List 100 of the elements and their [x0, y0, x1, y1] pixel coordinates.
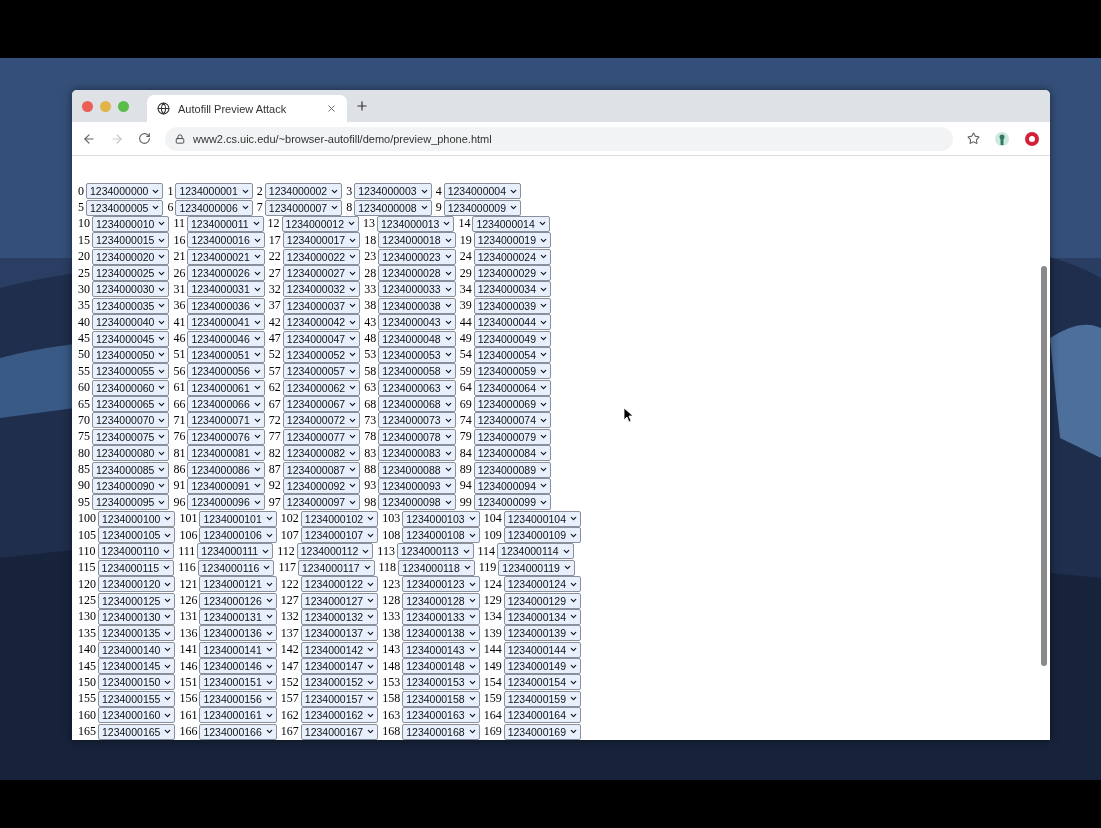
dropdown[interactable]: 1234000146 [199, 658, 277, 675]
dropdown[interactable]: 1234000045 [92, 330, 170, 347]
dropdown[interactable]: 1234000099 [473, 494, 552, 511]
dropdown[interactable]: 1234000105 [98, 527, 176, 544]
dropdown[interactable]: 1234000037 [282, 297, 361, 314]
dropdown[interactable]: 1234000107 [300, 527, 379, 544]
dropdown[interactable]: 1234000065 [92, 396, 170, 413]
dropdown[interactable]: 1234000096 [187, 494, 265, 511]
dropdown[interactable]: 1234000167 [300, 723, 379, 740]
dropdown[interactable]: 1234000073 [378, 412, 456, 429]
dropdown[interactable]: 1234000056 [187, 363, 265, 380]
dropdown[interactable]: 1234000112 [296, 543, 374, 560]
dropdown[interactable]: 1234000059 [473, 363, 552, 380]
dropdown[interactable]: 1234000062 [282, 379, 361, 396]
reload-icon[interactable] [138, 132, 151, 145]
dropdown[interactable]: 1234000113 [396, 543, 474, 560]
dropdown[interactable]: 1234000095 [92, 494, 170, 511]
dropdown[interactable]: 1234000027 [282, 265, 361, 282]
dropdown[interactable]: 1234000124 [503, 576, 582, 593]
dropdown[interactable]: 1234000063 [378, 379, 456, 396]
dropdown[interactable]: 1234000121 [199, 576, 277, 593]
dropdown[interactable]: 1234000081 [187, 445, 265, 462]
dropdown[interactable]: 1234000141 [199, 641, 277, 658]
dropdown[interactable]: 1234000024 [473, 248, 552, 265]
dropdown[interactable]: 1234000064 [473, 379, 552, 396]
dropdown[interactable]: 1234000101 [199, 510, 277, 527]
dropdown[interactable]: 1234000114 [497, 543, 574, 560]
dropdown[interactable]: 1234000136 [199, 625, 277, 642]
dropdown[interactable]: 1234000098 [378, 494, 456, 511]
dropdown[interactable]: 1234000034 [473, 281, 552, 298]
dropdown[interactable]: 1234000088 [378, 461, 456, 478]
dropdown[interactable]: 1234000149 [503, 658, 582, 675]
dropdown[interactable]: 1234000021 [187, 248, 265, 265]
dropdown[interactable]: 1234000074 [473, 412, 552, 429]
dropdown[interactable]: 1234000108 [402, 527, 480, 544]
dropdown[interactable]: 1234000002 [264, 183, 343, 200]
dropdown[interactable]: 1234000120 [98, 576, 176, 593]
dropdown[interactable]: 1234000097 [282, 494, 361, 511]
dropdown[interactable]: 1234000032 [282, 281, 361, 298]
dropdown[interactable]: 1234000025 [92, 265, 170, 282]
dropdown[interactable]: 1234000148 [402, 658, 480, 675]
dropdown[interactable]: 1234000076 [187, 428, 265, 445]
dropdown[interactable]: 1234000162 [300, 707, 379, 724]
dropdown[interactable]: 1234000106 [199, 527, 277, 544]
dropdown[interactable]: 1234000127 [300, 592, 379, 609]
dropdown[interactable]: 1234000006 [175, 199, 253, 216]
dropdown[interactable]: 1234000069 [473, 396, 552, 413]
dropdown[interactable]: 1234000067 [282, 396, 361, 413]
dropdown[interactable]: 1234000058 [378, 363, 456, 380]
dropdown[interactable]: 1234000055 [92, 363, 170, 380]
dropdown[interactable]: 1234000026 [187, 265, 265, 282]
dropdown[interactable]: 1234000015 [92, 232, 170, 249]
dropdown[interactable]: 1234000012 [281, 215, 359, 232]
dropdown[interactable]: 1234000029 [473, 265, 552, 282]
dropdown[interactable]: 1234000168 [402, 723, 480, 740]
dropdown[interactable]: 1234000075 [92, 428, 170, 445]
dropdown[interactable]: 1234000000 [86, 183, 164, 200]
dropdown[interactable]: 1234000004 [443, 183, 522, 200]
dropdown[interactable]: 1234000128 [402, 592, 480, 609]
dropdown[interactable]: 1234000151 [199, 674, 277, 691]
dropdown[interactable]: 1234000077 [282, 428, 361, 445]
dropdown[interactable]: 1234000014 [472, 215, 550, 232]
dropdown[interactable]: 1234000155 [98, 690, 176, 707]
dropdown[interactable]: 1234000048 [378, 330, 456, 347]
dropdown[interactable]: 1234000139 [503, 625, 582, 642]
dropdown[interactable]: 1234000135 [98, 625, 176, 642]
dropdown[interactable]: 1234000116 [197, 559, 275, 576]
dropdown[interactable]: 1234000125 [98, 592, 176, 609]
dropdown[interactable]: 1234000023 [378, 248, 456, 265]
dropdown[interactable]: 1234000043 [378, 314, 456, 331]
dropdown[interactable]: 1234000153 [402, 674, 480, 691]
dropdown[interactable]: 1234000144 [503, 641, 582, 658]
dropdown[interactable]: 1234000109 [503, 527, 582, 544]
dropdown[interactable]: 1234000160 [98, 707, 176, 724]
dropdown[interactable]: 1234000140 [98, 641, 176, 658]
scrollbar-thumb[interactable] [1041, 266, 1047, 666]
address-bar[interactable]: www2.cs.uic.edu/~browser-autofill/demo/preview_phone.html [165, 126, 953, 151]
dropdown[interactable]: 1234000147 [300, 658, 379, 675]
dropdown[interactable]: 1234000038 [378, 297, 456, 314]
extension-icon[interactable] [1024, 130, 1040, 147]
bookmark-star-icon[interactable] [967, 132, 980, 145]
dropdown[interactable]: 1234000003 [354, 183, 432, 200]
dropdown[interactable]: 1234000137 [300, 625, 379, 642]
dropdown[interactable]: 1234000031 [187, 281, 265, 298]
dropdown[interactable]: 1234000154 [503, 674, 582, 691]
dropdown[interactable]: 1234000126 [199, 592, 277, 609]
dropdown[interactable]: 1234000118 [398, 559, 475, 576]
dropdown[interactable]: 1234000046 [187, 330, 265, 347]
dropdown[interactable]: 1234000070 [92, 412, 170, 429]
dropdown[interactable]: 1234000142 [300, 641, 379, 658]
dropdown[interactable]: 1234000123 [402, 576, 480, 593]
dropdown[interactable]: 1234000129 [503, 592, 582, 609]
close-tab-icon[interactable] [326, 103, 337, 114]
dropdown[interactable]: 1234000102 [300, 510, 379, 527]
dropdown[interactable]: 1234000072 [282, 412, 361, 429]
dropdown[interactable]: 1234000103 [402, 510, 480, 527]
dropdown[interactable]: 1234000018 [378, 232, 456, 249]
dropdown[interactable]: 1234000060 [92, 379, 170, 396]
dropdown[interactable]: 1234000084 [473, 445, 552, 462]
dropdown[interactable]: 1234000022 [282, 248, 361, 265]
